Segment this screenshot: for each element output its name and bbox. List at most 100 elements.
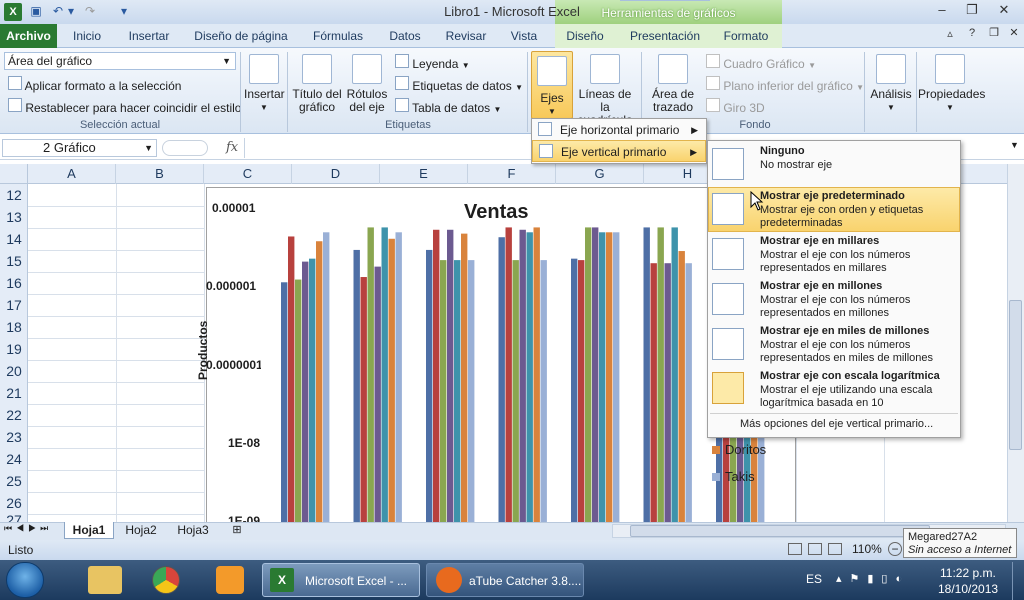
tab-diseno[interactable]: Diseño bbox=[558, 24, 612, 48]
language-indicator[interactable]: ES bbox=[806, 572, 822, 586]
chart-bar[interactable] bbox=[295, 279, 302, 524]
sheet-tab-hoja3[interactable]: Hoja3 bbox=[170, 522, 216, 539]
undo-dropdown-icon[interactable]: ▾ bbox=[66, 3, 76, 19]
row-header[interactable]: 19 bbox=[0, 338, 28, 360]
chart-bar[interactable] bbox=[447, 229, 454, 524]
row-header[interactable]: 27 bbox=[0, 514, 28, 522]
chart-bar[interactable] bbox=[526, 232, 533, 524]
chart-bar[interactable] bbox=[519, 229, 526, 524]
help-icon[interactable]: ? bbox=[960, 27, 984, 45]
properties-button[interactable]: Propiedades ▼ bbox=[918, 52, 985, 116]
formula-expand-handle[interactable] bbox=[162, 140, 208, 156]
menu-vertical-axis[interactable]: Eje vertical primario ▶ bbox=[532, 140, 706, 162]
row-header[interactable]: 14 bbox=[0, 228, 28, 250]
chart-bar[interactable] bbox=[454, 260, 461, 524]
reset-style-button[interactable]: Restablecer para hacer coincidir el esti… bbox=[8, 98, 241, 115]
workbook-close-icon[interactable]: ✕ bbox=[1002, 26, 1024, 44]
column-header[interactable]: B bbox=[116, 164, 204, 184]
row-header[interactable]: 12 bbox=[0, 184, 28, 206]
plot-area-button[interactable]: Área de trazado bbox=[646, 52, 700, 116]
chrome-icon[interactable] bbox=[152, 566, 180, 594]
normal-view-icon[interactable] bbox=[788, 543, 802, 555]
column-header[interactable]: G bbox=[556, 164, 644, 184]
tray-icons[interactable]: ▴⚑▮▯◐ bbox=[836, 572, 910, 585]
chart-bar[interactable] bbox=[685, 263, 692, 524]
excel-app-icon[interactable]: X bbox=[4, 3, 22, 21]
chart-bar[interactable] bbox=[302, 261, 309, 524]
chart-bar[interactable] bbox=[468, 260, 475, 524]
tab-inicio[interactable]: Inicio bbox=[64, 24, 110, 48]
format-selection-button[interactable]: Aplicar formato a la selección bbox=[8, 76, 181, 93]
tab-formato[interactable]: Formato bbox=[714, 24, 778, 48]
chart-bar[interactable] bbox=[353, 249, 360, 524]
select-all-corner[interactable] bbox=[0, 164, 28, 184]
gridlines-button[interactable]: Líneas de la cuadrícula bbox=[574, 52, 636, 127]
chart-bar[interactable] bbox=[323, 232, 330, 524]
explorer-icon[interactable] bbox=[88, 566, 122, 594]
chart-bar[interactable] bbox=[498, 237, 505, 524]
zoom-level[interactable]: 110% bbox=[852, 542, 882, 556]
row-header[interactable]: 16 bbox=[0, 272, 28, 294]
sheet-tab-hoja2[interactable]: Hoja2 bbox=[118, 522, 164, 539]
chart-bar[interactable] bbox=[585, 227, 592, 524]
customize-qat-icon[interactable]: ▾ bbox=[116, 3, 132, 19]
legend-button[interactable]: Leyenda ▼ bbox=[395, 54, 470, 71]
tab-archivo[interactable]: Archivo bbox=[0, 24, 57, 48]
chart-bar[interactable] bbox=[643, 227, 650, 524]
menu-horizontal-axis[interactable]: Eje horizontal primario ▶ bbox=[532, 119, 706, 141]
chart-bar[interactable] bbox=[316, 241, 323, 524]
column-header[interactable]: F bbox=[468, 164, 556, 184]
row-header[interactable]: 20 bbox=[0, 360, 28, 382]
analysis-button[interactable]: Análisis ▼ bbox=[868, 52, 914, 116]
chart-bar[interactable] bbox=[540, 260, 547, 524]
chart-bar[interactable] bbox=[678, 251, 685, 524]
collapse-ribbon-icon[interactable]: ▵ bbox=[938, 27, 962, 45]
chart-bar[interactable] bbox=[606, 232, 613, 524]
tab-revisar[interactable]: Revisar bbox=[438, 24, 494, 48]
chart-bar[interactable] bbox=[657, 227, 664, 524]
insert-function-icon[interactable]: fx bbox=[226, 140, 238, 155]
row-header[interactable]: 24 bbox=[0, 448, 28, 470]
chart-bar[interactable] bbox=[613, 232, 620, 524]
chart-bar[interactable] bbox=[664, 263, 671, 524]
chart-bar[interactable] bbox=[671, 227, 678, 524]
row-header[interactable]: 23 bbox=[0, 426, 28, 448]
chart-bar[interactable] bbox=[592, 227, 599, 524]
row-header[interactable]: 17 bbox=[0, 294, 28, 316]
chart-bar[interactable] bbox=[367, 227, 374, 524]
zoom-out-icon[interactable]: − bbox=[888, 542, 902, 556]
close-icon[interactable]: ✕ bbox=[992, 2, 1016, 20]
row-header[interactable]: 13 bbox=[0, 206, 28, 228]
tab-datos[interactable]: Datos bbox=[380, 24, 430, 48]
page-layout-view-icon[interactable] bbox=[808, 543, 822, 555]
data-table-button[interactable]: Tabla de datos ▼ bbox=[395, 98, 501, 115]
chart-bar[interactable] bbox=[433, 229, 440, 524]
chart-element-select[interactable]: Área del gráfico ▼ bbox=[4, 52, 236, 70]
chart-bar[interactable] bbox=[461, 233, 468, 524]
clock-time[interactable]: 11:22 p.m. bbox=[940, 566, 996, 580]
tab-presentacion[interactable]: Presentación bbox=[620, 24, 710, 48]
axes-button[interactable]: Ejes ▼ bbox=[531, 51, 573, 119]
column-header[interactable]: D bbox=[292, 164, 380, 184]
chart-bar[interactable] bbox=[360, 277, 367, 524]
tab-diseno-pagina[interactable]: Diseño de página bbox=[186, 24, 296, 48]
chart-bar[interactable] bbox=[281, 282, 288, 524]
tab-formulas[interactable]: Fórmulas bbox=[306, 24, 370, 48]
start-button[interactable] bbox=[6, 562, 44, 598]
more-axis-options[interactable]: Más opciones del eje vertical primario..… bbox=[740, 418, 933, 430]
chart-bar[interactable] bbox=[288, 236, 295, 524]
chart-bar[interactable] bbox=[599, 232, 606, 524]
chart-bar[interactable] bbox=[426, 249, 433, 524]
help-minimize-ribbon-icon[interactable]: – bbox=[930, 2, 954, 20]
page-break-view-icon[interactable] bbox=[828, 543, 842, 555]
chart-bar[interactable] bbox=[395, 232, 402, 524]
chart-title[interactable]: Ventas bbox=[464, 201, 528, 224]
insert-button[interactable]: Insertar ▼ bbox=[244, 52, 285, 112]
row-header[interactable]: 22 bbox=[0, 404, 28, 426]
show-desktop-button[interactable] bbox=[1012, 562, 1024, 600]
save-icon[interactable]: ▣ bbox=[28, 3, 44, 19]
sheet-nav-arrows-icon[interactable]: ⏮◀▶⏭ bbox=[4, 523, 52, 534]
row-header[interactable]: 18 bbox=[0, 316, 28, 338]
chart-bar[interactable] bbox=[505, 227, 512, 524]
media-player-icon[interactable] bbox=[216, 566, 244, 594]
